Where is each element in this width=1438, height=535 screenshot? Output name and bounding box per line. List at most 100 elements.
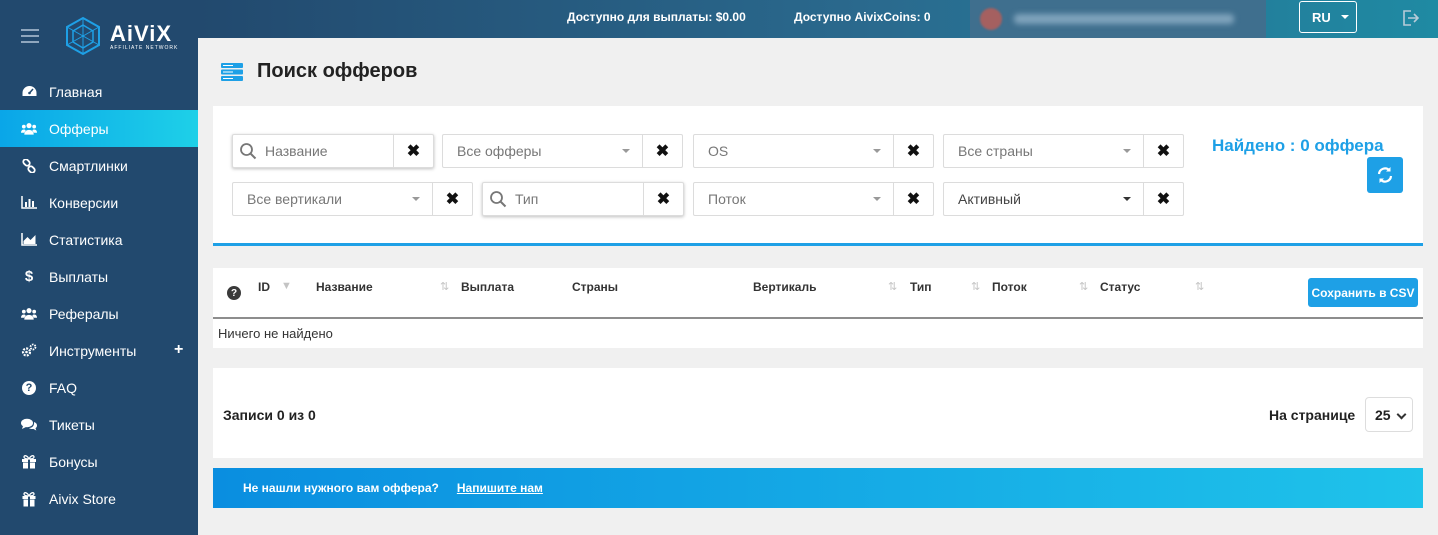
sort-icon[interactable]: ⇅ [1079,280,1088,293]
logo[interactable]: AiViX AFFILIATE NETWORK [64,16,177,58]
sidebar-item-store[interactable]: Aivix Store [0,480,198,517]
sidebar-item-payouts[interactable]: $ Выплаты [0,258,198,295]
caret-down-icon [622,149,630,153]
flow-select-value: Поток [708,191,746,207]
sidebar-item-offers[interactable]: Офферы [0,110,198,147]
column-vertical[interactable]: Вертикаль [753,280,816,294]
logo-tagline: AFFILIATE NETWORK [110,45,179,51]
column-flow[interactable]: Поток [992,280,1027,294]
page-title: Поиск офферов [257,60,418,82]
chevron-down-icon [1396,409,1407,420]
search-icon [240,143,257,160]
sidebar-item-statistics[interactable]: Статистика [0,221,198,258]
language-value: RU [1312,9,1331,25]
logout-icon[interactable] [1401,9,1420,27]
offers-select-value: Все офферы [457,143,542,159]
sidebar-item-referrals[interactable]: Рефералы [0,295,198,332]
user-account[interactable] [970,0,1266,38]
sidebar-item-tools[interactable]: Инструменты + [0,332,198,369]
sidebar-item-label: Aivix Store [49,490,116,507]
banner-text: Не нашли нужного вам оффера? [243,481,439,495]
caret-down-icon [873,149,881,153]
logo-text: AiViX [110,21,173,46]
per-page-value: 25 [1375,406,1391,423]
question-icon: ? [21,380,37,396]
language-select[interactable]: RU [1299,1,1357,33]
clear-countries-button[interactable]: ✖ [1143,135,1183,167]
comments-icon [21,417,37,433]
flow-select[interactable]: Поток ✖ [693,182,934,216]
column-name[interactable]: Название [316,280,373,294]
sidebar-item-tickets[interactable]: Тикеты [0,406,198,443]
bonus-icon [21,454,37,470]
sort-icon[interactable]: ⇅ [971,280,980,293]
countries-select[interactable]: Все страны ✖ [943,134,1184,168]
clear-flow-button[interactable]: ✖ [893,183,933,215]
expand-icon[interactable]: + [174,341,183,359]
offers-table: ? ID ▼ Название ⇅ Выплата Страны Вертика… [213,268,1423,348]
name-search-field[interactable]: Название ✖ [232,134,434,168]
caret-down-icon [412,197,420,201]
column-id[interactable]: ID [258,280,270,294]
column-type[interactable]: Тип [910,280,932,294]
help-icon[interactable]: ? [227,286,241,300]
offers-select[interactable]: Все офферы ✖ [442,134,683,168]
column-countries[interactable]: Страны [572,280,618,294]
save-csv-button[interactable]: Сохранить в CSV [1308,278,1418,307]
sort-icon[interactable]: ⇅ [888,280,897,293]
os-select[interactable]: OS ✖ [693,134,934,168]
top-bar: Доступно для выплаты: $0.00 Доступно Aiv… [198,0,1438,38]
dashboard-icon [21,84,37,100]
sidebar-item-label: Инструменты [49,342,137,359]
column-payout[interactable]: Выплата [461,280,514,294]
sidebar-item-smartlinks[interactable]: Смартлинки [0,147,198,184]
sidebar-item-label: Выплаты [49,268,109,285]
sidebar-item-label: Конверсии [49,194,119,211]
sidebar-item-label: Тикеты [49,416,95,433]
sort-icon[interactable]: ⇅ [1195,280,1204,293]
verticals-select[interactable]: Все вертикали ✖ [232,182,473,216]
records-count: Записи 0 из 0 [223,407,316,423]
sort-desc-icon[interactable]: ▼ [281,280,292,292]
menu-toggle-icon[interactable] [21,29,39,43]
type-search-field[interactable]: Тип ✖ [482,182,684,216]
link-icon [21,158,37,174]
gift-icon [21,491,37,507]
clear-offers-button[interactable]: ✖ [642,135,682,167]
clear-status-button[interactable]: ✖ [1143,183,1183,215]
per-page-select[interactable]: 25 [1365,397,1413,432]
clear-type-button[interactable]: ✖ [643,183,683,215]
clear-os-button[interactable]: ✖ [893,135,933,167]
filter-panel: Название ✖ Все офферы ✖ OS ✖ Все страны … [213,106,1423,246]
sidebar-item-faq[interactable]: ? FAQ [0,369,198,406]
sidebar-item-label: Бонусы [49,453,98,470]
status-select[interactable]: Активный ✖ [943,182,1184,216]
caret-down-icon [1340,15,1349,19]
clear-name-button[interactable]: ✖ [393,135,433,167]
per-page-label: На странице [1269,407,1356,423]
column-status[interactable]: Статус [1100,280,1140,294]
caret-down-icon [1123,197,1131,201]
sort-icon[interactable]: ⇅ [440,280,449,293]
contact-banner: Не нашли нужного вам оффера? Напишите на… [213,468,1423,508]
area-chart-icon [21,232,37,248]
contact-link[interactable]: Напишите нам [457,481,543,495]
sidebar-item-label: Смартлинки [49,157,128,174]
clear-verticals-button[interactable]: ✖ [432,183,472,215]
verticals-select-value: Все вертикали [247,191,342,207]
countries-select-value: Все страны [958,143,1033,159]
refresh-button[interactable] [1367,157,1403,193]
status-select-value: Активный [958,191,1021,207]
sidebar-item-conversions[interactable]: Конверсии [0,184,198,221]
type-search-placeholder: Тип [515,191,539,207]
page-header: Поиск офферов [221,60,417,83]
sidebar: AiViX AFFILIATE NETWORK Главная Офферы С… [0,0,198,535]
sidebar-item-home[interactable]: Главная [0,73,198,110]
search-icon [490,191,507,208]
user-email-blurred [1014,14,1234,24]
server-icon [221,62,243,81]
sidebar-nav: Главная Офферы Смартлинки Конверсии Стат… [0,73,198,517]
users-icon [21,121,37,137]
sidebar-item-bonuses[interactable]: Бонусы [0,443,198,480]
refresh-icon [1377,167,1393,183]
